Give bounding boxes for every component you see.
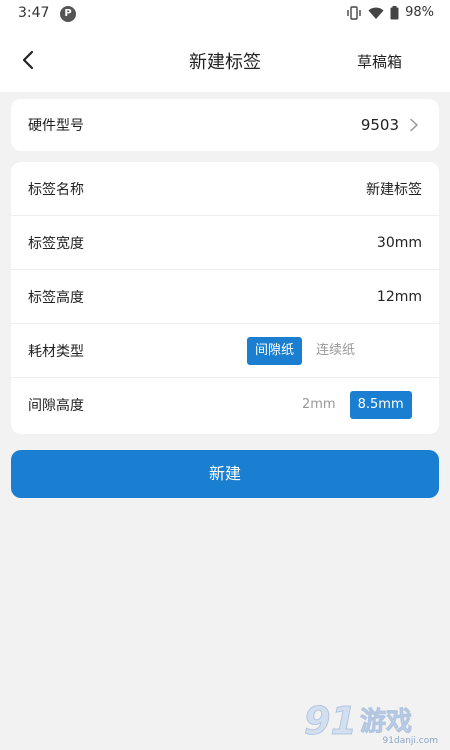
gap-height-row: 间隙高度 2mm 8.5mm	[11, 378, 439, 432]
hardware-card: 硬件型号 9503	[11, 99, 439, 151]
vibrate-icon	[347, 5, 361, 20]
label-name-row[interactable]: 标签名称 新建标签	[11, 162, 439, 216]
status-icons: 98%	[346, 5, 434, 20]
wifi-icon	[368, 7, 384, 19]
svg-text:91: 91	[304, 699, 357, 743]
label-form-card: 标签名称 新建标签 标签宽度 30mm 标签高度 12mm 耗材类型 间隙纸 连…	[11, 162, 439, 434]
label-name-value[interactable]: 新建标签	[366, 179, 422, 199]
consumable-type-label: 耗材类型	[28, 343, 84, 360]
hardware-model-label: 硬件型号	[28, 118, 84, 134]
consumable-option-continuous-paper[interactable]: 连续纸	[308, 337, 363, 365]
status-bar: 3:47 P 98%	[0, 0, 450, 28]
gap-height-options: 2mm 8.5mm	[294, 391, 412, 419]
back-button[interactable]	[12, 44, 44, 76]
gap-option-2mm[interactable]: 2mm	[294, 391, 344, 419]
battery-percent: 98%	[405, 5, 434, 20]
gap-height-label: 间隙高度	[28, 398, 84, 414]
svg-text:游戏: 游戏	[360, 707, 412, 737]
consumable-type-row: 耗材类型 间隙纸 连续纸	[11, 324, 439, 378]
label-height-row[interactable]: 标签高度 12mm	[11, 270, 439, 324]
gap-option-8-5mm[interactable]: 8.5mm	[349, 391, 412, 419]
hardware-model-value: 9503	[360, 116, 399, 134]
chevron-right-icon	[410, 118, 418, 132]
label-name-label: 标签名称	[28, 181, 84, 198]
label-width-value[interactable]: 30mm	[377, 235, 422, 251]
drafts-button[interactable]: 草稿箱	[357, 51, 402, 72]
notification-app-icon: P	[60, 6, 76, 22]
hardware-model-row[interactable]: 硬件型号 9503	[11, 99, 439, 151]
chevron-left-icon	[22, 50, 34, 70]
watermark-site: 91danji.com	[382, 736, 438, 746]
status-time: 3:47	[18, 5, 50, 21]
battery-icon	[390, 5, 399, 19]
consumable-type-options: 间隙纸 连续纸	[247, 336, 363, 365]
label-height-value[interactable]: 12mm	[377, 289, 422, 305]
label-width-row[interactable]: 标签宽度 30mm	[11, 216, 439, 270]
consumable-option-gap-paper[interactable]: 间隙纸	[247, 336, 303, 365]
label-height-label: 标签高度	[28, 289, 84, 306]
create-button[interactable]: 新建	[11, 450, 439, 498]
label-width-label: 标签宽度	[28, 235, 84, 252]
nav-bar: 新建标签 草稿箱	[0, 28, 450, 92]
